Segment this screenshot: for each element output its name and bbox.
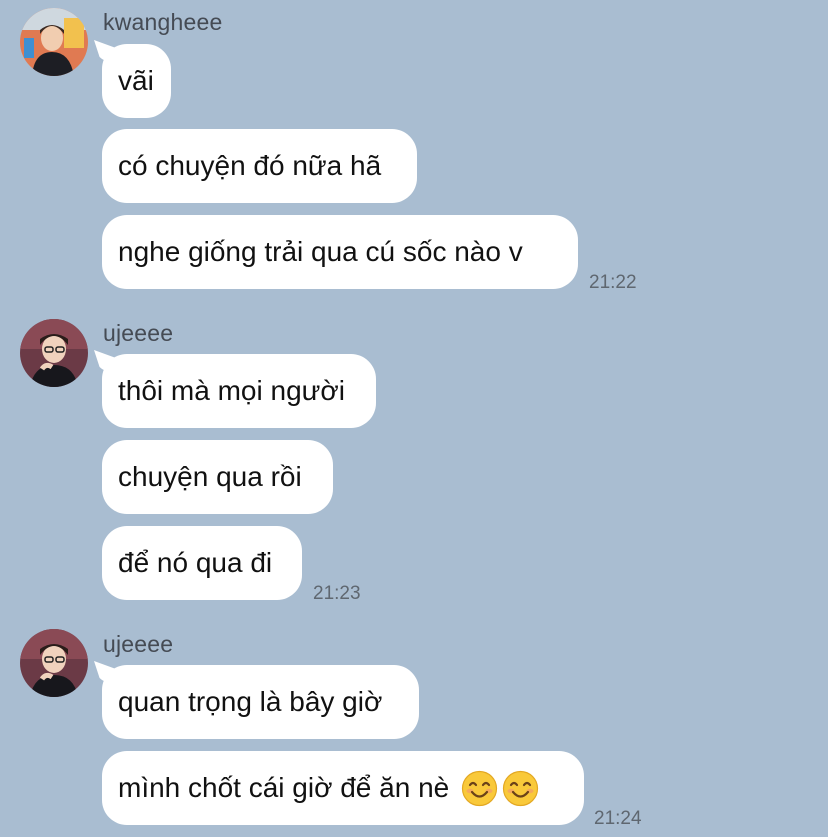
message-timestamp: 21:24	[594, 808, 642, 829]
sender-name: ujeeee	[103, 320, 174, 346]
message-timestamp: 21:22	[589, 272, 637, 293]
avatar-ujeeee-icon	[20, 319, 88, 387]
message-bubble[interactable]: quan trọng là bây giờ	[102, 665, 419, 739]
message-bubble[interactable]: để nó qua đi	[102, 526, 302, 600]
avatar-ujeeee[interactable]	[20, 319, 88, 387]
sender-name: ujeeee	[103, 631, 174, 657]
avatar-kwangheee[interactable]	[20, 8, 88, 76]
message-bubble[interactable]: chuyện qua rồi	[102, 440, 333, 514]
message-timestamp: 21:23	[313, 583, 361, 604]
message-text: nghe giống trải qua cú sốc nào v	[118, 236, 523, 267]
message-text: có chuyện đó nữa hã	[118, 150, 382, 181]
message-text: quan trọng là bây giờ	[118, 686, 383, 717]
message-bubble[interactable]: thôi mà mọi người	[102, 354, 376, 428]
message-bubble[interactable]: nghe giống trải qua cú sốc nào v	[102, 215, 578, 289]
message-text: vãi	[118, 65, 154, 96]
avatar-ujeeee-icon	[20, 629, 88, 697]
sender-name: kwangheee	[103, 9, 223, 35]
message-text: để nó qua đi	[118, 547, 273, 578]
message-bubble[interactable]: có chuyện đó nữa hã	[102, 129, 417, 203]
message-text: thôi mà mọi người	[118, 375, 345, 406]
message-bubble[interactable]: mình chốt cái giờ để ăn nè	[102, 751, 584, 825]
smiling-face-emoji-icon	[461, 770, 498, 807]
message-bubble[interactable]: vãi	[102, 44, 171, 118]
smiling-face-emoji-icon	[502, 770, 539, 807]
message-text: chuyện qua rồi	[118, 461, 302, 492]
message-text: mình chốt cái giờ để ăn nè	[118, 772, 450, 803]
avatar-ujeeee[interactable]	[20, 629, 88, 697]
avatar-kwangheee-icon	[20, 8, 88, 76]
